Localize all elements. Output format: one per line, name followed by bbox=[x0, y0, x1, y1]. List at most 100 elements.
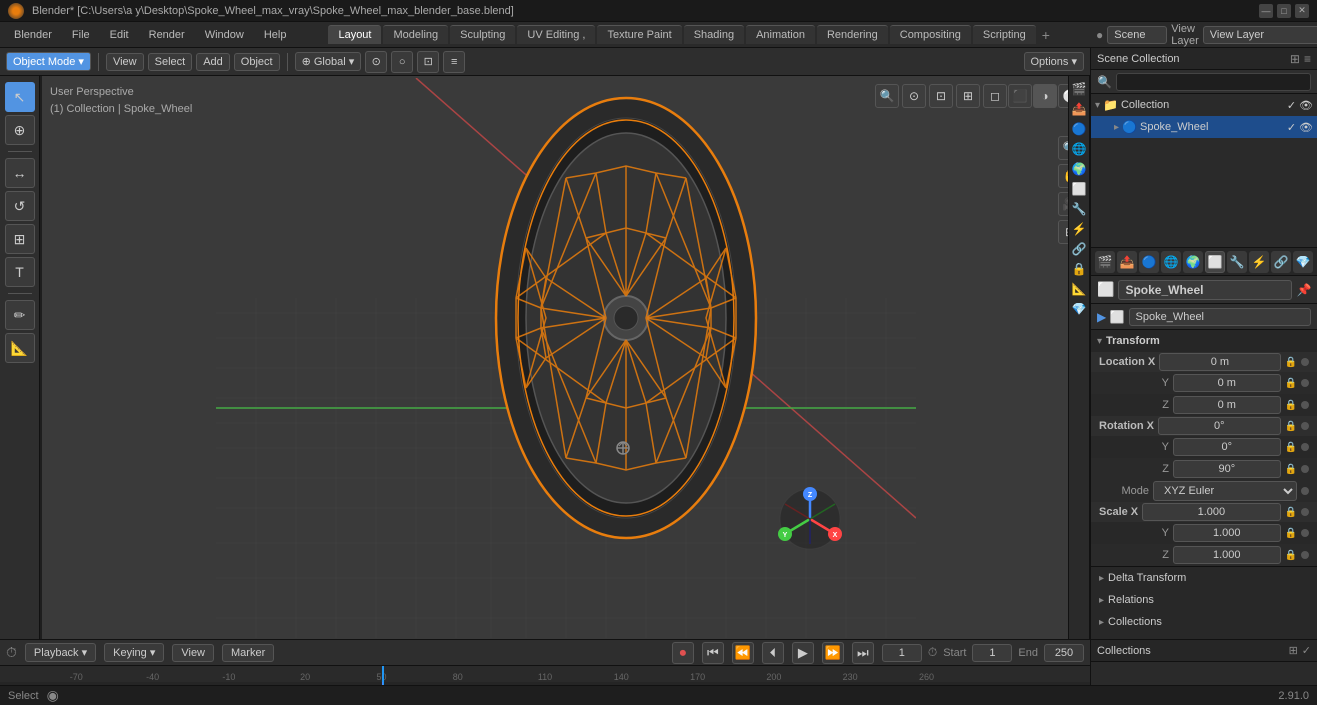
workspace-tab-sculpting[interactable]: Sculpting bbox=[450, 25, 515, 44]
select-tool-button[interactable]: ↖ bbox=[5, 82, 35, 112]
render-settings-button[interactable]: ⊙ bbox=[902, 84, 926, 108]
workspace-tab-rendering[interactable]: Rendering bbox=[817, 25, 888, 44]
particles-icon-tab[interactable]: ⚡ bbox=[1070, 220, 1088, 238]
move-tool-button[interactable]: ↔ bbox=[5, 158, 35, 188]
transform-tool-button[interactable]: T bbox=[5, 257, 35, 287]
object-icon-tab[interactable]: ⬜ bbox=[1070, 180, 1088, 198]
rotation-x-lock-icon[interactable]: 🔒 bbox=[1285, 421, 1297, 432]
jump-to-end-button[interactable]: ⏭ bbox=[852, 642, 874, 664]
marker-menu-button[interactable]: Marker bbox=[222, 644, 274, 662]
outliner-item-spoke-wheel[interactable]: ▸ 🔵 Spoke_Wheel ✓ 👁 bbox=[1091, 116, 1317, 138]
scale-x-field[interactable]: 1.000 bbox=[1142, 503, 1280, 521]
scene-icon-tab[interactable]: 🌐 bbox=[1070, 140, 1088, 158]
workspace-tab-compositing[interactable]: Compositing bbox=[890, 25, 971, 44]
close-button[interactable]: ✕ bbox=[1295, 4, 1309, 18]
outliner-filter-icon[interactable]: ⊞ bbox=[1290, 52, 1300, 66]
delta-transform-header[interactable]: ▸ Delta Transform bbox=[1091, 567, 1317, 589]
pin-button[interactable]: 📌 bbox=[1296, 283, 1311, 297]
transform-pivot-button[interactable]: ⊡ bbox=[417, 51, 439, 73]
menu-edit[interactable]: Edit bbox=[102, 27, 137, 43]
rotation-y-keyframe-dot[interactable] bbox=[1301, 443, 1309, 451]
collection-eye-icon[interactable]: 👁 bbox=[1299, 99, 1313, 112]
data-block-field[interactable] bbox=[1129, 308, 1311, 326]
spoke-wheel-visible-icon[interactable]: ✓ bbox=[1287, 121, 1296, 134]
viewport[interactable]: User Perspective (1) Collection | Spoke_… bbox=[42, 76, 1090, 639]
modifiers-props-tab[interactable]: 🔧 bbox=[1227, 251, 1247, 273]
rotation-y-lock-icon[interactable]: 🔒 bbox=[1285, 442, 1297, 453]
data-icon-tab[interactable]: 📐 bbox=[1070, 280, 1088, 298]
location-x-lock-icon[interactable]: 🔒 bbox=[1285, 357, 1297, 368]
scale-y-lock-icon[interactable]: 🔒 bbox=[1285, 528, 1297, 539]
minimize-button[interactable]: — bbox=[1259, 4, 1273, 18]
measure-tool-button[interactable]: 📐 bbox=[5, 333, 35, 363]
render-props-tab[interactable]: 🎬 bbox=[1095, 251, 1115, 273]
rotate-tool-button[interactable]: ↺ bbox=[5, 191, 35, 221]
scale-x-lock-icon[interactable]: 🔒 bbox=[1285, 507, 1297, 518]
select-menu-button[interactable]: Select bbox=[148, 53, 193, 71]
material-shading-button[interactable]: ◑ bbox=[1033, 84, 1057, 108]
render-icon-tab[interactable]: 🎬 bbox=[1070, 80, 1088, 98]
outliner-search-input[interactable] bbox=[1116, 73, 1311, 91]
cursor-tool-button[interactable]: ⊕ bbox=[5, 115, 35, 145]
add-menu-button[interactable]: Add bbox=[196, 53, 230, 71]
scale-z-lock-icon[interactable]: 🔒 bbox=[1285, 550, 1297, 561]
physics-icon-tab[interactable]: 🔗 bbox=[1070, 240, 1088, 258]
camera-view-button[interactable]: 🔍 bbox=[875, 84, 899, 108]
object-name-field[interactable]: Spoke_Wheel bbox=[1118, 280, 1292, 300]
scene-field[interactable] bbox=[1107, 26, 1167, 44]
annotate-tool-button[interactable]: ✏ bbox=[5, 300, 35, 330]
maximize-button[interactable]: □ bbox=[1277, 4, 1291, 18]
spoke-wheel-eye-icon[interactable]: 👁 bbox=[1299, 121, 1313, 134]
current-frame-field[interactable]: 1 bbox=[882, 644, 922, 662]
location-z-keyframe-dot[interactable] bbox=[1301, 401, 1309, 409]
view-layer-icon-tab[interactable]: 🔵 bbox=[1070, 120, 1088, 138]
mirror-button[interactable]: ≡ bbox=[443, 51, 465, 73]
scale-y-keyframe-dot[interactable] bbox=[1301, 529, 1309, 537]
location-y-lock-icon[interactable]: 🔒 bbox=[1285, 378, 1297, 389]
workspace-tab-scripting[interactable]: Scripting bbox=[973, 25, 1036, 44]
scale-tool-button[interactable]: ⊞ bbox=[5, 224, 35, 254]
menu-file[interactable]: File bbox=[64, 27, 98, 43]
end-frame-field[interactable]: 250 bbox=[1044, 644, 1084, 662]
particles-props-tab[interactable]: ⚡ bbox=[1249, 251, 1269, 273]
wireframe-shading-button[interactable]: ◻ bbox=[983, 84, 1007, 108]
location-x-keyframe-dot[interactable] bbox=[1301, 358, 1309, 366]
collections-sub-header[interactable]: ▸ Collections bbox=[1091, 611, 1317, 633]
material-icon-tab[interactable]: 💎 bbox=[1070, 300, 1088, 318]
output-icon-tab[interactable]: 📤 bbox=[1070, 100, 1088, 118]
object-props-tab[interactable]: ⬜ bbox=[1205, 251, 1225, 273]
rotation-x-keyframe-dot[interactable] bbox=[1301, 422, 1309, 430]
start-frame-field[interactable]: 1 bbox=[972, 644, 1012, 662]
prev-keyframe-button[interactable]: ⏴ bbox=[762, 642, 784, 664]
constraints-icon-tab[interactable]: 🔒 bbox=[1070, 260, 1088, 278]
physics-props-tab[interactable]: 🔗 bbox=[1271, 251, 1291, 273]
record-button[interactable]: ⏺ bbox=[672, 642, 694, 664]
view-layer-field[interactable] bbox=[1203, 26, 1317, 44]
keying-menu-button[interactable]: Keying ▾ bbox=[104, 643, 164, 662]
transform-space-button[interactable]: ⊕ Global ▾ bbox=[295, 52, 362, 71]
modifiers-icon-tab[interactable]: 🔧 bbox=[1070, 200, 1088, 218]
gizmo-button[interactable]: ⊞ bbox=[956, 84, 980, 108]
workspace-tab-modeling[interactable]: Modeling bbox=[383, 25, 448, 44]
prev-frame-button[interactable]: ⏪ bbox=[732, 642, 754, 664]
object-mode-button[interactable]: Object Mode ▾ bbox=[6, 52, 91, 71]
playback-menu-button[interactable]: Playback ▾ bbox=[25, 643, 96, 662]
menu-blender[interactable]: Blender bbox=[6, 27, 60, 43]
material-props-tab[interactable]: 💎 bbox=[1293, 251, 1313, 273]
rotation-mode-select[interactable]: XYZ Euler XZY Euler Quaternion bbox=[1153, 481, 1297, 501]
rotation-z-field[interactable]: 90° bbox=[1173, 460, 1281, 478]
menu-window[interactable]: Window bbox=[197, 27, 252, 43]
play-button[interactable]: ▶ bbox=[792, 642, 814, 664]
rotation-y-field[interactable]: 0° bbox=[1173, 438, 1281, 456]
scale-x-keyframe-dot[interactable] bbox=[1301, 508, 1309, 516]
location-z-field[interactable]: 0 m bbox=[1173, 396, 1281, 414]
workspace-tab-animation[interactable]: Animation bbox=[746, 25, 815, 44]
rotation-z-keyframe-dot[interactable] bbox=[1301, 465, 1309, 473]
scale-z-keyframe-dot[interactable] bbox=[1301, 551, 1309, 559]
rotation-z-lock-icon[interactable]: 🔒 bbox=[1285, 464, 1297, 475]
scale-z-field[interactable]: 1.000 bbox=[1173, 546, 1281, 564]
workspace-tab-uv-editing[interactable]: UV Editing , bbox=[517, 25, 595, 44]
location-z-lock-icon[interactable]: 🔒 bbox=[1285, 400, 1297, 411]
outliner-menu-icon[interactable]: ≡ bbox=[1304, 52, 1311, 66]
location-y-field[interactable]: 0 m bbox=[1173, 374, 1281, 392]
